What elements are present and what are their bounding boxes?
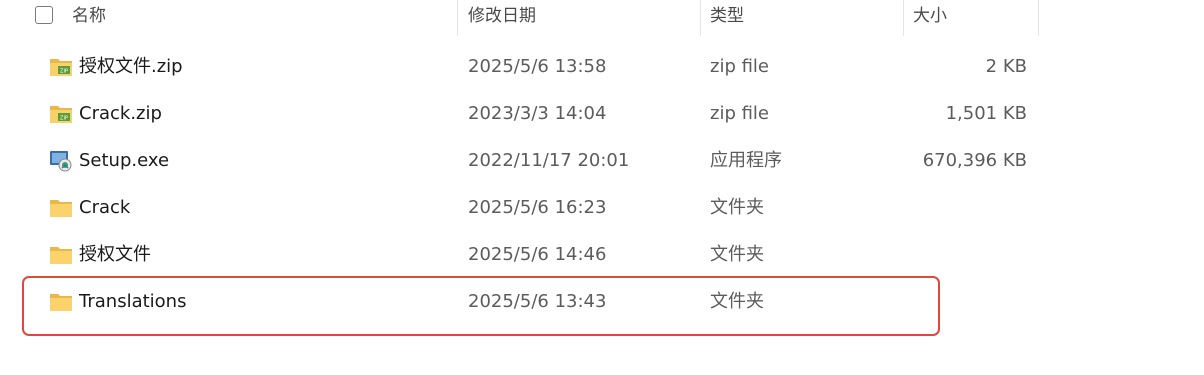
column-divider[interactable] (700, 0, 701, 36)
file-type: 文件夹 (710, 244, 764, 265)
file-date: 2023/3/3 14:04 (468, 103, 607, 124)
file-type: zip file (710, 56, 770, 77)
file-row[interactable]: Setup.exe 2022/11/17 20:01 应用程序 670,396 … (0, 137, 1204, 184)
column-divider[interactable] (457, 0, 458, 36)
file-name: Setup.exe (79, 150, 170, 171)
file-date: 2025/5/6 13:58 (468, 56, 607, 77)
installer-icon (49, 150, 73, 172)
file-type: 文件夹 (710, 197, 764, 218)
folder-icon (49, 197, 73, 219)
file-row[interactable]: 授权文件 2025/5/6 14:46 文件夹 (0, 231, 1204, 278)
column-header-date[interactable]: 修改日期 (468, 0, 536, 32)
select-all-checkbox[interactable] (35, 6, 53, 24)
file-date: 2025/5/6 14:46 (468, 244, 607, 265)
column-header: 名称 修改日期 类型 大小 (0, 0, 1204, 36)
file-row[interactable]: ZIP Crack.zip 2023/3/3 14:04 zip file 1,… (0, 90, 1204, 137)
folder-icon (49, 244, 73, 266)
column-divider[interactable] (903, 0, 904, 36)
file-name: 授权文件.zip (79, 56, 183, 77)
file-type: zip file (710, 103, 770, 124)
file-date: 2022/11/17 20:01 (468, 150, 630, 171)
file-row[interactable]: Crack 2025/5/6 16:23 文件夹 (0, 184, 1204, 231)
column-header-name[interactable]: 名称 (72, 0, 106, 32)
file-name: 授权文件 (79, 244, 151, 265)
file-size: 670,396 KB (922, 150, 1027, 171)
file-name: Crack.zip (79, 103, 162, 124)
file-date: 2025/5/6 16:23 (468, 197, 607, 218)
highlight-box (22, 276, 940, 336)
zip-folder-icon: ZIP (49, 56, 73, 78)
column-divider[interactable] (1038, 0, 1039, 36)
column-header-size[interactable]: 大小 (913, 0, 947, 32)
svg-text:ZIP: ZIP (60, 116, 68, 122)
file-size: 1,501 KB (945, 103, 1027, 124)
file-name: Crack (79, 197, 131, 218)
file-row[interactable]: ZIP 授权文件.zip 2025/5/6 13:58 zip file 2 K… (0, 43, 1204, 90)
file-size: 2 KB (985, 56, 1027, 77)
zip-folder-icon: ZIP (49, 103, 73, 125)
column-header-type[interactable]: 类型 (710, 0, 744, 32)
svg-text:ZIP: ZIP (60, 69, 68, 75)
file-type: 应用程序 (710, 150, 782, 171)
